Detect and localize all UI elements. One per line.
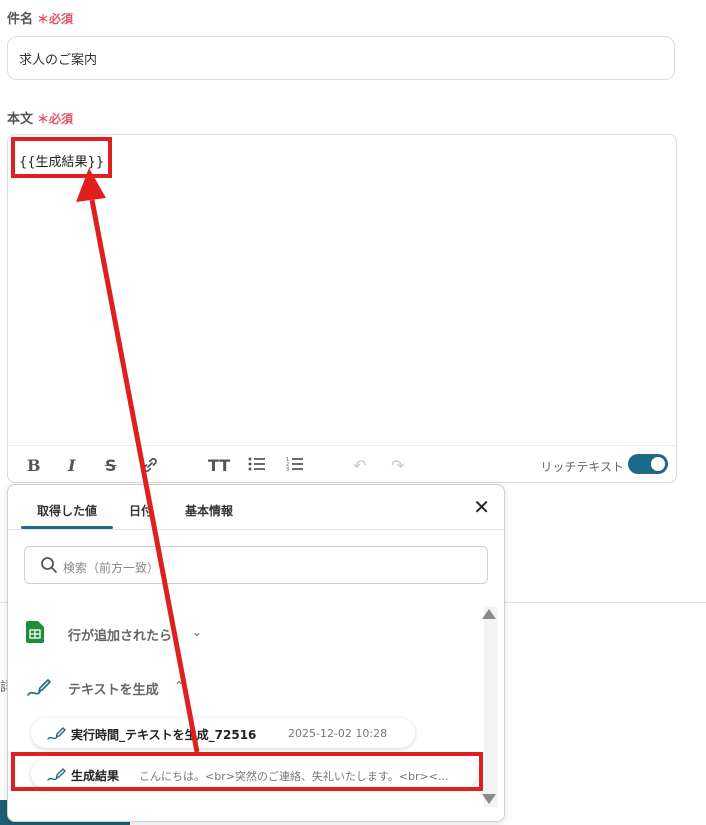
annotation-arrow <box>76 168 200 753</box>
